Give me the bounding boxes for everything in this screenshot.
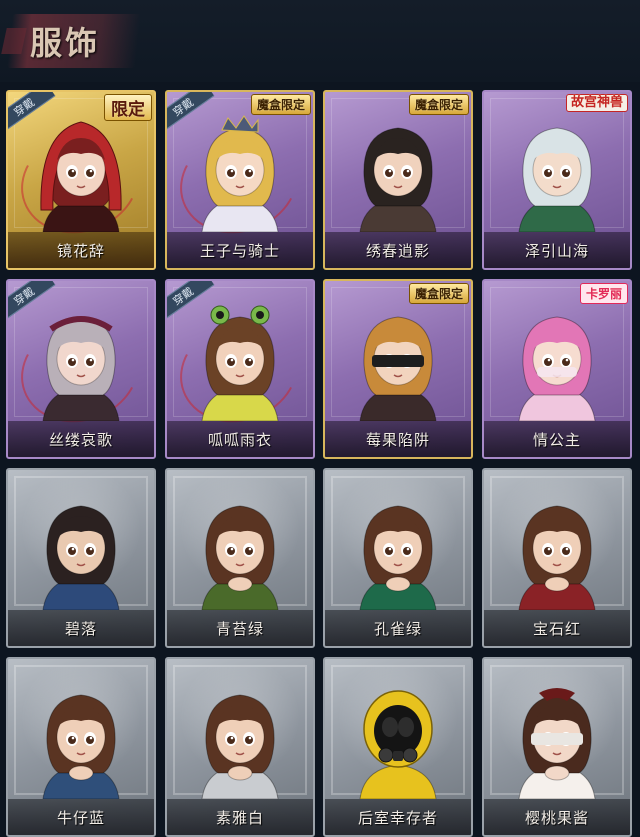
- section-header: 服饰: [0, 0, 640, 82]
- card-label-bar: 宝石红: [484, 610, 630, 646]
- costume-card[interactable]: 卡罗丽情公主: [482, 279, 632, 459]
- costume-badge: 卡罗丽: [579, 283, 628, 304]
- costume-portrait: [350, 492, 446, 611]
- costume-portrait: [509, 303, 605, 422]
- costume-name: 王子与骑士: [199, 241, 280, 260]
- section-title: 服饰: [30, 24, 101, 62]
- card-label-bar: 孔雀绿: [325, 610, 471, 646]
- card-label-bar: 情公主: [484, 421, 630, 457]
- costume-card[interactable]: 魔盒限定莓果陷阱: [323, 279, 473, 459]
- costume-name: 呱呱雨衣: [207, 430, 272, 449]
- costume-portrait: [192, 492, 288, 611]
- costume-badge: 魔盒限定: [408, 283, 469, 304]
- costume-name: 素雅白: [215, 808, 264, 827]
- costume-portrait: [509, 492, 605, 611]
- card-label-bar: 青苔绿: [167, 610, 313, 646]
- costume-name: 情公主: [532, 430, 581, 449]
- card-label-bar: 素雅白: [167, 799, 313, 835]
- costume-portrait: [350, 681, 446, 800]
- costume-badge: 限定: [104, 94, 152, 121]
- costume-name: 丝缕哀歌: [48, 430, 113, 449]
- costume-name: 孔雀绿: [373, 619, 422, 638]
- costume-card[interactable]: 穿戴 限定 镜花辞: [6, 90, 156, 270]
- costume-badge: 魔盒限定: [408, 94, 469, 115]
- costume-name: 牛仔蓝: [56, 808, 105, 827]
- costume-name: 碧落: [64, 619, 97, 638]
- costume-badge: 魔盒限定: [250, 94, 311, 115]
- card-label-bar: 王子与骑士: [167, 232, 313, 268]
- costume-card[interactable]: 樱桃果酱: [482, 657, 632, 837]
- costume-portrait: [350, 114, 446, 233]
- costume-card[interactable]: 牛仔蓝: [6, 657, 156, 837]
- card-label-bar: 镜花辞: [8, 232, 154, 268]
- costume-card[interactable]: 孔雀绿: [323, 468, 473, 648]
- costume-grid: 穿戴 限定 镜花辞 穿戴 魔盒限定 王子与骑士 魔盒限定 绣春逍影 故宫神兽 泽引山海 穿戴 丝缕哀歌…: [6, 90, 634, 837]
- costume-name: 后室幸存者: [357, 808, 438, 827]
- costume-card[interactable]: 青苔绿: [165, 468, 315, 648]
- costume-portrait: [509, 681, 605, 800]
- card-label-bar: 泽引山海: [484, 232, 630, 268]
- costume-card[interactable]: 魔盒限定绣春逍影: [323, 90, 473, 270]
- costume-portrait: [33, 492, 129, 611]
- costume-portrait: [33, 681, 129, 800]
- card-label-bar: 樱桃果酱: [484, 799, 630, 835]
- costume-card[interactable]: 穿戴 丝缕哀歌: [6, 279, 156, 459]
- costume-portrait: [509, 114, 605, 233]
- costume-portrait: [33, 303, 129, 422]
- card-label-bar: 牛仔蓝: [8, 799, 154, 835]
- card-label-bar: 丝缕哀歌: [8, 421, 154, 457]
- card-label-bar: 绣春逍影: [325, 232, 471, 268]
- costume-card[interactable]: 故宫神兽泽引山海: [482, 90, 632, 270]
- costume-name: 莓果陷阱: [365, 430, 430, 449]
- costume-name: 宝石红: [532, 619, 581, 638]
- costume-portrait: [33, 114, 129, 233]
- card-label-bar: 呱呱雨衣: [167, 421, 313, 457]
- card-label-bar: 碧落: [8, 610, 154, 646]
- costume-card[interactable]: 素雅白: [165, 657, 315, 837]
- costume-name: 泽引山海: [524, 241, 589, 260]
- costume-card[interactable]: 后室幸存者: [323, 657, 473, 837]
- costume-name: 镜花辞: [56, 241, 105, 260]
- costume-badge: 故宫神兽: [565, 94, 628, 112]
- costume-card[interactable]: 宝石红: [482, 468, 632, 648]
- costume-portrait: [192, 303, 288, 422]
- costume-card[interactable]: 穿戴 魔盒限定 王子与骑士: [165, 90, 315, 270]
- costume-portrait: [192, 681, 288, 800]
- costume-name: 绣春逍影: [365, 241, 430, 260]
- costume-name: 青苔绿: [215, 619, 264, 638]
- costume-portrait: [192, 114, 288, 233]
- costume-card[interactable]: 穿戴 呱呱雨衣: [165, 279, 315, 459]
- card-label-bar: 后室幸存者: [325, 799, 471, 835]
- costume-name: 樱桃果酱: [524, 808, 589, 827]
- costume-card[interactable]: 碧落: [6, 468, 156, 648]
- costume-portrait: [350, 303, 446, 422]
- card-label-bar: 莓果陷阱: [325, 421, 471, 457]
